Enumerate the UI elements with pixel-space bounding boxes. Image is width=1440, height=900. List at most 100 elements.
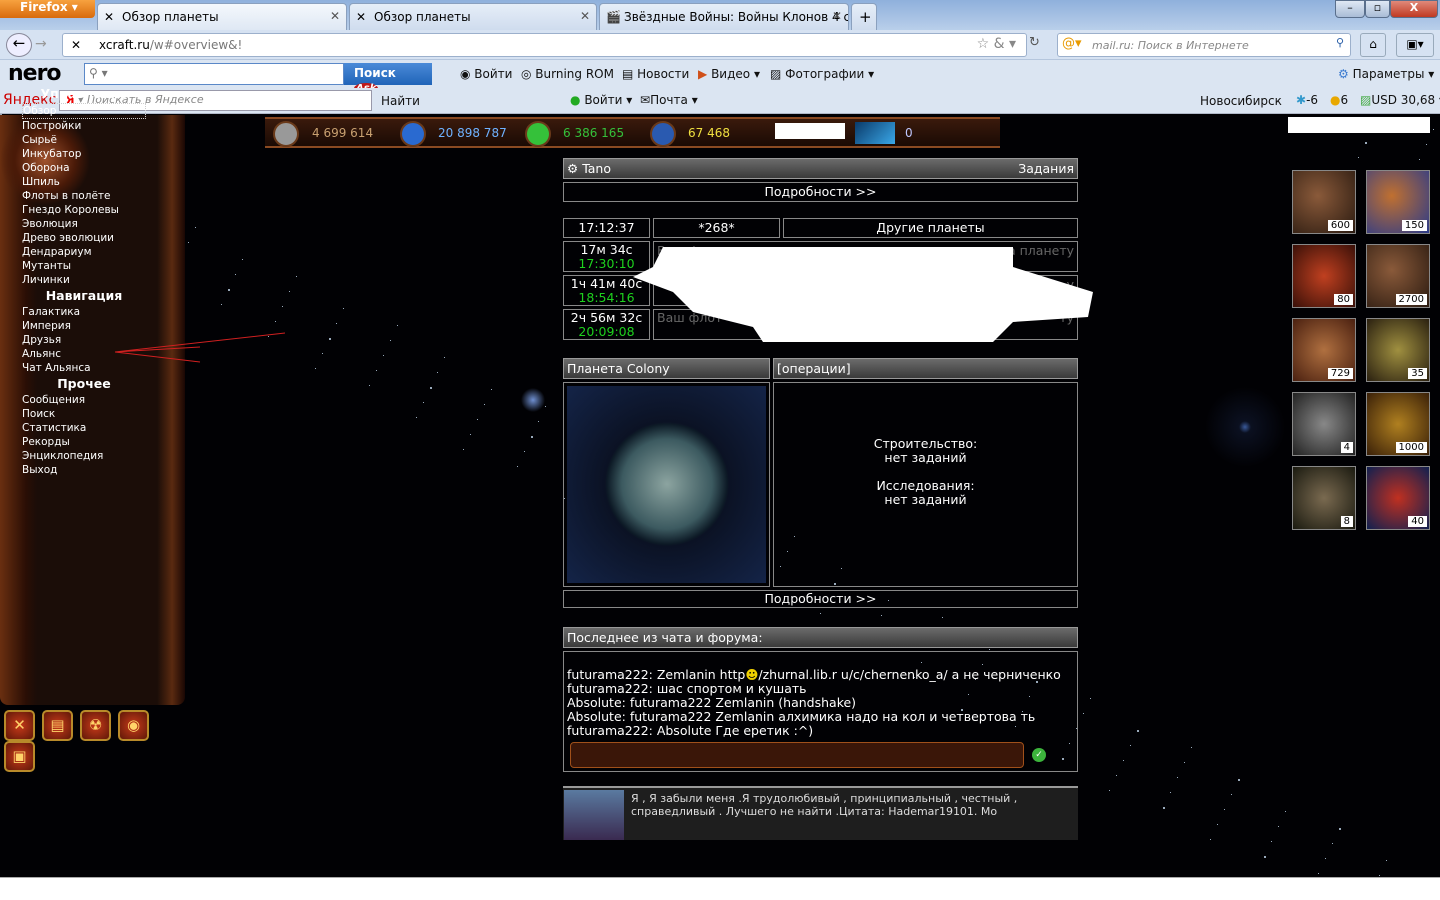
nero-search-button[interactable]: Поиск Ask bbox=[344, 63, 432, 94]
bookmark-star-icon[interactable]: ☆ & ▾ bbox=[977, 36, 1016, 52]
menu-item-dendrarium[interactable]: Дендрариум bbox=[22, 245, 146, 259]
player-name[interactable]: Tano bbox=[582, 161, 611, 176]
close-window-button[interactable]: X bbox=[1390, 0, 1438, 18]
unit-card[interactable]: 40 bbox=[1366, 466, 1430, 530]
tab-star-wars[interactable]: 🎬 Звёздные Войны: Войны Клонов 4 с... ✕ bbox=[599, 3, 849, 30]
web-search-input[interactable]: @▾ mail.ru: Поиск в Интернете ⚲ bbox=[1057, 33, 1351, 57]
burning-rom-button[interactable]: ◎ Burning ROM bbox=[521, 67, 614, 81]
planet-image[interactable] bbox=[567, 386, 766, 583]
label: Видео bbox=[711, 67, 751, 81]
planet-details-link[interactable]: Подробности >> bbox=[563, 590, 1078, 608]
unit-card[interactable]: 150 bbox=[1366, 170, 1430, 234]
home-button[interactable]: ⌂ bbox=[1360, 33, 1386, 57]
menu-item-queen-nest[interactable]: Гнездо Королевы bbox=[22, 203, 146, 217]
tools-icon[interactable]: ✕ bbox=[4, 710, 35, 741]
unit-card[interactable]: 600 bbox=[1292, 170, 1356, 234]
unit-card[interactable]: 35 bbox=[1366, 318, 1430, 382]
city-label[interactable]: Новосибирск bbox=[1200, 94, 1282, 108]
menu-item-encyclopedia[interactable]: Энциклопедия bbox=[22, 449, 146, 463]
news-button[interactable]: ▤ Новости bbox=[622, 67, 689, 81]
menu-item-fleets[interactable]: Флоты в полёте bbox=[22, 189, 146, 203]
radiation-icon[interactable]: ☢ bbox=[80, 710, 111, 741]
menu-item-logout[interactable]: Выход bbox=[22, 463, 146, 477]
parameters-button[interactable]: ⚙ Параметры ▾ bbox=[1338, 67, 1434, 81]
nero-login-button[interactable]: ◉ Войти bbox=[460, 67, 512, 81]
operations-link[interactable]: [операции] bbox=[773, 358, 1078, 379]
star bbox=[484, 404, 485, 405]
back-button[interactable]: ← bbox=[6, 33, 32, 57]
forward-button[interactable]: → bbox=[35, 36, 47, 52]
menu-item-spire[interactable]: Шпиль bbox=[22, 175, 146, 189]
photos-button[interactable]: ▨ Фотографии ▾ bbox=[770, 67, 874, 81]
menu-item-statistics[interactable]: Статистика bbox=[22, 421, 146, 435]
yandex-mail-button[interactable]: ✉Почта ▾ bbox=[640, 93, 698, 107]
star bbox=[1285, 811, 1286, 812]
star bbox=[1264, 856, 1266, 858]
star bbox=[188, 242, 189, 243]
tab-title: Обзор планеты bbox=[374, 10, 471, 24]
notes-icon[interactable]: ▤ bbox=[42, 710, 73, 741]
firefox-menu-button[interactable]: Firefox ▾ bbox=[0, 0, 95, 18]
menu-item-defense[interactable]: Оборона bbox=[22, 161, 146, 175]
url-host: xcraft.ru bbox=[99, 38, 150, 52]
window-icon[interactable]: ▣ bbox=[4, 741, 35, 772]
star bbox=[989, 649, 990, 650]
unit-card[interactable]: 729 bbox=[1292, 318, 1356, 382]
close-tab-icon[interactable]: ✕ bbox=[330, 9, 340, 23]
section-heading-management: Управление bbox=[40, 86, 128, 101]
star bbox=[1231, 794, 1232, 795]
currency-widget[interactable]: ▨USD 30,68 ▾ bbox=[1360, 93, 1440, 107]
unit-card[interactable]: 8 bbox=[1292, 466, 1356, 530]
video-button[interactable]: ▶ Видео ▾ bbox=[698, 67, 760, 81]
quote-text: Я , Я забыли меня .Я трудолюбивый , прин… bbox=[631, 792, 1018, 818]
url-bar[interactable]: ✕ xcraft.ru/w#overview&! ☆ & ▾ bbox=[62, 33, 1027, 57]
minimize-button[interactable]: – bbox=[1335, 0, 1365, 18]
star bbox=[444, 357, 445, 358]
star bbox=[336, 323, 337, 324]
menu-item-overview[interactable]: Обзор bbox=[22, 103, 146, 119]
nero-search-input[interactable]: ⚲ ▾ bbox=[84, 63, 344, 85]
other-planets-link[interactable]: Другие планеты bbox=[783, 218, 1078, 238]
yandex-find-button[interactable]: Найти bbox=[381, 94, 420, 108]
close-tab-icon[interactable]: ✕ bbox=[832, 9, 842, 23]
star bbox=[545, 406, 546, 407]
menu-item-evolution-tree[interactable]: Древо эволюции bbox=[22, 231, 146, 245]
menu-item-messages[interactable]: Сообщения bbox=[22, 393, 146, 407]
menu-item-mutants[interactable]: Мутанты bbox=[22, 259, 146, 273]
new-tab-button[interactable]: + bbox=[851, 3, 877, 30]
menu-item-evolution[interactable]: Эволюция bbox=[22, 217, 146, 231]
bookmarks-button[interactable]: ▣▾ bbox=[1396, 33, 1434, 57]
tasks-link[interactable]: Задания bbox=[1018, 159, 1074, 178]
maximize-button[interactable]: ▫ bbox=[1365, 0, 1390, 18]
unit-count: 1000 bbox=[1395, 442, 1427, 453]
nero-logo: nero bbox=[8, 61, 62, 86]
shield-icon[interactable]: ◉ bbox=[118, 710, 149, 741]
unit-count: 2700 bbox=[1395, 294, 1427, 305]
menu-item-galaxy[interactable]: Галактика bbox=[22, 305, 146, 319]
send-check-icon[interactable]: ✓ bbox=[1032, 748, 1046, 762]
menu-item-search[interactable]: Поиск bbox=[22, 407, 146, 421]
close-tab-icon[interactable]: ✕ bbox=[580, 9, 590, 23]
search-button-label: Поиск bbox=[354, 66, 396, 80]
chat-input[interactable] bbox=[570, 742, 1024, 768]
unit-card[interactable]: 80 bbox=[1292, 244, 1356, 308]
unit-card[interactable]: 2700 bbox=[1366, 244, 1430, 308]
star bbox=[1109, 790, 1110, 791]
tab-overview-1[interactable]: ✕ Обзор планеты ✕ bbox=[97, 3, 347, 30]
menu-item-resources[interactable]: Сырьё bbox=[22, 133, 146, 147]
unit-card[interactable]: 4 bbox=[1292, 392, 1356, 456]
menu-item-buildings[interactable]: Постройки bbox=[22, 119, 146, 133]
menu-item-larvae[interactable]: Личинки bbox=[22, 273, 146, 287]
menu-item-records[interactable]: Рекорды bbox=[22, 435, 146, 449]
reload-icon[interactable]: ↻ bbox=[1029, 35, 1040, 50]
tab-overview-2[interactable]: ✕ Обзор планеты ✕ bbox=[349, 3, 597, 30]
yandex-login-button[interactable]: ● Войти ▾ bbox=[570, 93, 632, 107]
menu-item-incubator[interactable]: Инкубатор bbox=[22, 147, 146, 161]
star bbox=[524, 451, 525, 452]
traffic-widget[interactable]: ●6 bbox=[1330, 93, 1348, 107]
unit-card[interactable]: 1000 bbox=[1366, 392, 1430, 456]
navigation-bar: ← → ✕ xcraft.ru/w#overview&! ☆ & ▾ ↻ @▾ mai… bbox=[0, 30, 1440, 60]
search-icon[interactable]: ⚲ bbox=[1336, 36, 1344, 49]
weather-widget[interactable]: ✱-6 bbox=[1296, 93, 1318, 107]
details-link[interactable]: Подробности >> bbox=[563, 182, 1078, 202]
